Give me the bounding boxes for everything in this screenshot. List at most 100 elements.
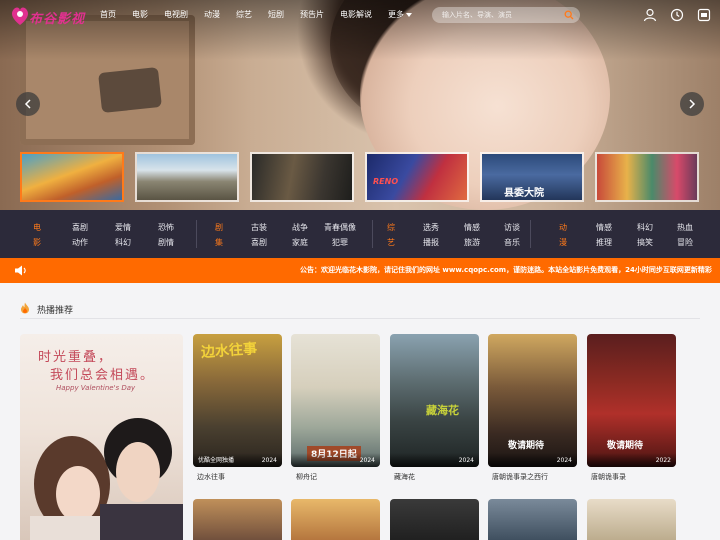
category-link[interactable]: 战争 [292,222,308,233]
category-link[interactable]: 播报 [423,237,439,248]
logo-text: 布谷影视 [29,12,86,27]
announcement-bar: 公告：欢迎光临花木影院，请记住我们的网址 www.cqopc.com，谨防迷路。… [0,258,720,283]
category-group-series: 剧集 古装 战争 青春偶像 喜剧 家庭 犯罪 [200,210,370,258]
featured-poster-line2: 我们总会相遇。 [50,368,156,383]
carousel-thumb[interactable]: 县委大院 [480,152,584,202]
carousel-thumb[interactable] [20,152,124,202]
carousel-thumb[interactable] [250,152,354,202]
category-link[interactable]: 动作 [72,237,88,248]
app-download-icon[interactable] [697,8,711,22]
category-divider [196,220,197,248]
section-title: 热播推荐 [37,306,74,316]
category-link[interactable]: 科幻 [115,237,131,248]
poster-title-art: 边水往事 [200,341,258,361]
carousel-thumb[interactable] [135,152,239,202]
poster-image [390,334,479,467]
card-title[interactable]: 柳舟记 [296,472,317,482]
category-link[interactable]: 热血 [677,222,693,233]
thumb-caption: RENO [373,177,399,186]
nav-anime[interactable]: 动漫 [204,9,220,20]
category-link[interactable]: 访谈 [504,222,520,233]
category-link[interactable]: 冒险 [677,237,693,248]
video-card[interactable] [390,499,479,540]
card-badge-label: 优酷全网独播 [198,457,235,464]
featured-poster-line3: Happy Valentine's Day [56,384,136,392]
search-input[interactable] [442,9,562,21]
category-link[interactable]: 犯罪 [332,237,348,248]
category-divider [530,220,531,248]
category-title-anime[interactable]: 动漫 [557,220,569,250]
card-badge: 2022 [587,453,676,467]
nav-short[interactable]: 短剧 [268,9,284,20]
category-group-anime: 动漫 情感 科幻 热血 推理 搞笑 冒险 [534,210,714,258]
nav-home[interactable]: 首页 [100,9,116,20]
thumb-caption: 县委大院 [504,188,544,199]
carousel-thumbnails: RENO 县委大院 [20,152,700,202]
category-link[interactable]: 古装 [251,222,267,233]
nav-tv[interactable]: 电视剧 [164,9,188,20]
category-link[interactable]: 剧情 [158,237,174,248]
card-year: 2024 [458,457,474,464]
carousel-next-button[interactable] [680,92,704,116]
card-title[interactable]: 边水往事 [197,472,225,482]
card-year: 2022 [655,457,671,464]
category-link[interactable]: 推理 [596,237,612,248]
category-link[interactable]: 情感 [464,222,480,233]
video-card[interactable]: 8月12日起 2024 [291,334,380,467]
speaker-icon [15,265,26,276]
nav-trailer[interactable]: 预告片 [300,9,324,20]
history-clock-icon[interactable] [670,8,684,22]
user-icon[interactable] [643,8,657,22]
card-badge: 2024 [488,453,577,467]
category-link[interactable]: 情感 [596,222,612,233]
carousel-prev-button[interactable] [16,92,40,116]
video-card[interactable]: 边水往事 优酷全网独播 2024 [193,334,282,467]
category-link[interactable]: 家庭 [292,237,308,248]
category-link[interactable]: 旅游 [464,237,480,248]
nav-commentary[interactable]: 电影解说 [340,9,372,20]
category-title-variety[interactable]: 综艺 [385,220,397,250]
nav-more[interactable]: 更多 [388,9,412,20]
category-link[interactable]: 恐怖 [158,222,174,233]
top-header: 布谷影视 首页 电影 电视剧 动漫 综艺 短剧 预告片 电影解说 更多 [0,0,720,30]
category-link[interactable]: 青春偶像 [324,222,356,233]
video-card[interactable]: 藏海花 2024 [390,334,479,467]
logo-mark-icon [12,7,28,25]
card-badge: 2024 [291,453,380,467]
category-bar: 电影 喜剧 爱情 恐怖 动作 科幻 剧情 剧集 古装 战争 青春偶像 喜剧 家庭… [0,210,720,258]
category-link[interactable]: 喜剧 [251,237,267,248]
category-title-movie[interactable]: 电影 [31,220,43,250]
nav-variety[interactable]: 综艺 [236,9,252,20]
category-link[interactable]: 搞笑 [637,237,653,248]
featured-poster-line1: 时光重叠， [38,350,114,365]
video-card[interactable] [193,499,282,540]
card-title[interactable]: 唐朝诡事录之西行 [492,472,548,482]
card-year: 2024 [556,457,572,464]
card-badge: 优酷全网独播 2024 [193,453,282,467]
category-link[interactable]: 喜剧 [72,222,88,233]
video-card[interactable]: 敬请期待 2024 [488,334,577,467]
card-title[interactable]: 唐朝诡事录 [591,472,626,482]
video-card[interactable] [587,499,676,540]
featured-poster-card[interactable]: 时光重叠， 我们总会相遇。 Happy Valentine's Day [20,334,183,540]
category-link[interactable]: 音乐 [504,237,520,248]
video-card[interactable]: 敬请期待 2022 [587,334,676,467]
category-link[interactable]: 科幻 [637,222,653,233]
page: 布谷影视 首页 电影 电视剧 动漫 综艺 短剧 预告片 电影解说 更多 输入片名… [0,0,720,540]
flame-icon [21,302,29,314]
site-logo[interactable]: 布谷影视 [10,5,90,27]
video-card[interactable] [291,499,380,540]
carousel-thumb[interactable]: RENO [365,152,469,202]
category-link[interactable]: 爱情 [115,222,131,233]
video-card[interactable] [488,499,577,540]
chevron-right-icon [689,99,696,109]
card-title[interactable]: 藏海花 [394,472,415,482]
nav-movie[interactable]: 电影 [132,9,148,20]
carousel-thumb[interactable] [595,152,699,202]
category-link[interactable]: 选秀 [423,222,439,233]
main-nav: 首页 电影 电视剧 动漫 综艺 短剧 预告片 电影解说 更多 [100,9,428,20]
search-icon[interactable] [564,10,574,20]
category-title-series[interactable]: 剧集 [213,220,225,250]
category-divider [372,220,373,248]
nav-more-label: 更多 [388,10,404,19]
